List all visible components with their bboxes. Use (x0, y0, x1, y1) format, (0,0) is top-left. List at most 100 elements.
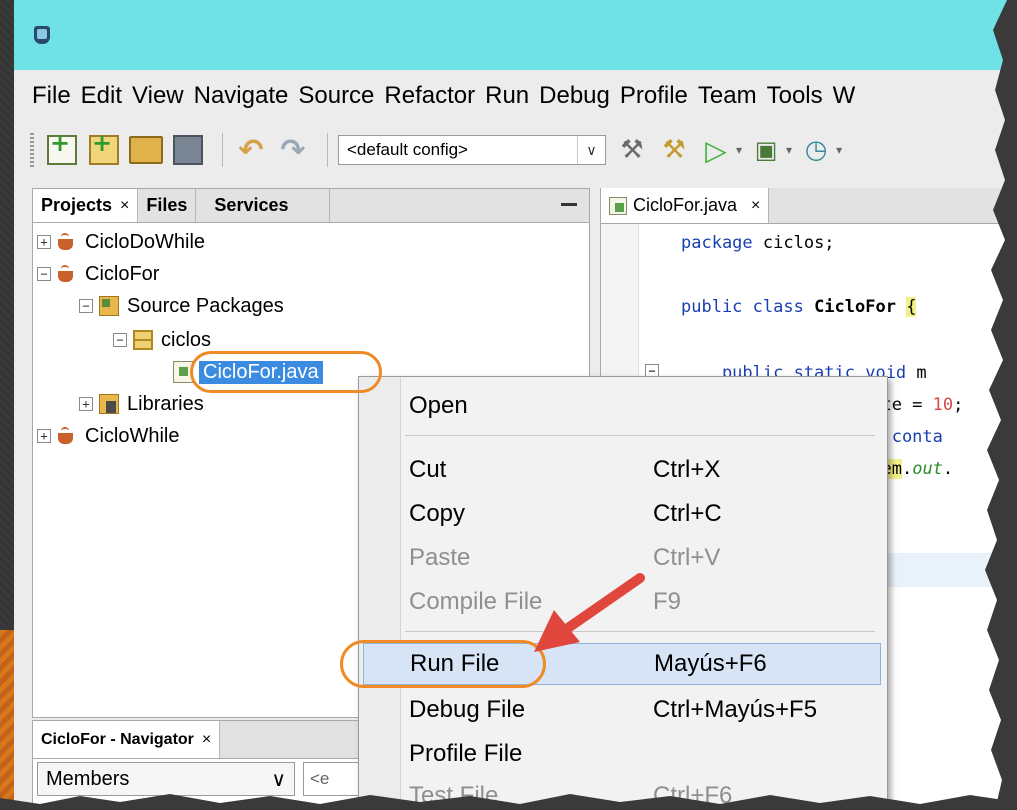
tab-files[interactable]: Files (138, 189, 197, 222)
code-text: . (901, 459, 913, 479)
debug-button[interactable]: ▣ (748, 132, 784, 168)
tab-services-label: Services (214, 195, 289, 215)
tree-item-label: CicloWhile (85, 424, 180, 447)
menu-run[interactable]: Run (485, 82, 529, 110)
expand-icon[interactable]: + (37, 235, 51, 249)
tree-item-libraries[interactable]: + Libraries (79, 389, 204, 419)
menu-item-debug-file[interactable]: Debug File Ctrl+Mayús+F5 (359, 689, 887, 731)
menu-file[interactable]: File (32, 82, 71, 110)
build-button[interactable]: ⚒ (614, 132, 650, 168)
menu-edit[interactable]: Edit (81, 82, 122, 110)
package-icon (133, 330, 153, 350)
menu-item-shortcut: Mayús+F6 (654, 650, 767, 677)
menu-navigate[interactable]: Navigate (194, 82, 289, 110)
run-button[interactable]: ▷ (698, 132, 734, 168)
code-brace: { (906, 297, 917, 317)
menu-debug[interactable]: Debug (539, 82, 610, 110)
menu-bar: File Edit View Navigate Source Refactor … (14, 76, 1017, 116)
debug-dropdown-icon[interactable]: ▾ (786, 143, 792, 157)
config-select-value: <default config> (347, 140, 468, 159)
menu-separator (405, 435, 875, 436)
tab-ciclofor-java-label: CicloFor.java (633, 195, 738, 215)
menu-item-label: Profile File (409, 740, 523, 767)
new-file-button[interactable] (86, 129, 122, 168)
menu-item-label: Compile File (409, 588, 543, 615)
code-text: ; (953, 395, 964, 415)
members-select[interactable]: Members ∨ (37, 762, 295, 796)
tab-navigator[interactable]: CicloFor - Navigator × (33, 721, 221, 758)
menu-refactor[interactable]: Refactor (384, 82, 475, 110)
code-class-name: CicloFor (803, 297, 907, 317)
expand-icon[interactable]: + (79, 397, 93, 411)
save-all-icon (173, 135, 203, 165)
debug-icon: ▣ (754, 136, 778, 164)
projects-panel-tabs: Projects × Files Services (33, 189, 589, 223)
menu-item-open[interactable]: Open (359, 385, 887, 427)
app-icon (34, 26, 50, 44)
expand-icon[interactable]: + (37, 429, 51, 443)
collapse-icon[interactable]: − (37, 267, 51, 281)
open-project-icon (129, 136, 163, 164)
open-project-button[interactable] (128, 132, 164, 168)
run-dropdown-icon[interactable]: ▾ (736, 143, 742, 157)
tree-item-ciclofor[interactable]: − CicloFor (37, 259, 159, 289)
tree-item-label: ciclos (161, 328, 212, 351)
save-all-button[interactable] (170, 132, 206, 168)
profile-dropdown-icon[interactable]: ▾ (836, 143, 842, 157)
menu-window[interactable]: W (833, 82, 856, 110)
close-icon[interactable]: × (202, 731, 211, 749)
title-bar (14, 0, 1017, 70)
collapse-icon[interactable]: − (79, 299, 93, 313)
toolbar: ↶ ↷ <default config> ∨ ⚒ ⚒ ▷ ▾ ▣ ▾ ◷ ▾ (14, 120, 1017, 180)
new-project-button[interactable] (44, 129, 80, 168)
code-text: . (942, 459, 954, 479)
libraries-icon (99, 394, 119, 414)
menu-item-label: Debug File (409, 696, 526, 723)
undo-button[interactable]: ↶ (233, 132, 269, 168)
close-icon[interactable]: × (751, 197, 760, 215)
tree-item-ciclodowhile[interactable]: + CicloDoWhile (37, 227, 205, 257)
menu-item-shortcut: Ctrl+C (653, 500, 722, 527)
chevron-down-icon[interactable]: ∨ (577, 136, 605, 164)
menu-team[interactable]: Team (698, 82, 757, 110)
menu-item-label: Open (409, 392, 468, 419)
close-icon[interactable]: × (120, 197, 129, 215)
java-project-icon (57, 233, 77, 251)
menu-item-shortcut: Ctrl+X (653, 456, 721, 483)
config-select[interactable]: <default config> ∨ (338, 135, 606, 165)
build-icon: ⚒ (620, 135, 644, 165)
members-select-value: Members (46, 767, 130, 790)
tree-item-ciclowhile[interactable]: + CicloWhile (37, 421, 179, 451)
clean-build-button[interactable]: ⚒ (656, 132, 692, 168)
tree-item-ciclos[interactable]: − ciclos (113, 325, 211, 355)
menu-profile[interactable]: Profile (620, 82, 688, 110)
undo-icon: ↶ (238, 132, 264, 168)
redo-button[interactable]: ↷ (275, 132, 311, 168)
editor-tabs: CicloFor.java × (601, 188, 1017, 224)
menu-view[interactable]: View (132, 82, 184, 110)
menu-source[interactable]: Source (298, 82, 374, 110)
menu-item-profile-file[interactable]: Profile File (359, 733, 887, 775)
new-file-icon (89, 129, 119, 165)
minimize-icon[interactable] (561, 203, 577, 206)
menu-item-copy[interactable]: Copy Ctrl+C (359, 493, 887, 535)
annotation-oval-java-file (190, 351, 382, 393)
profile-button[interactable]: ◷ (798, 132, 834, 168)
menu-tools[interactable]: Tools (767, 82, 823, 110)
toolbar-grip[interactable] (30, 133, 34, 167)
collapse-icon[interactable]: − (113, 333, 127, 347)
chevron-down-icon: ∨ (271, 768, 286, 791)
code-area[interactable]: package ciclos; public class CicloFor { … (681, 224, 1017, 479)
tab-services[interactable]: Services (196, 189, 330, 222)
run-icon: ▷ (705, 133, 727, 167)
code-text: ciclos; (752, 233, 835, 253)
tree-item-source-packages[interactable]: − Source Packages (79, 291, 284, 321)
menu-item-cut[interactable]: Cut Ctrl+X (359, 449, 887, 491)
java-project-icon (57, 265, 77, 283)
tree-item-label: Source Packages (127, 294, 284, 317)
tab-projects[interactable]: Projects × (33, 189, 139, 222)
tab-ciclofor-java[interactable]: CicloFor.java × (601, 188, 770, 223)
tree-item-label: CicloDoWhile (85, 230, 206, 253)
redo-icon: ↷ (280, 132, 306, 168)
tab-files-label: Files (146, 195, 188, 215)
